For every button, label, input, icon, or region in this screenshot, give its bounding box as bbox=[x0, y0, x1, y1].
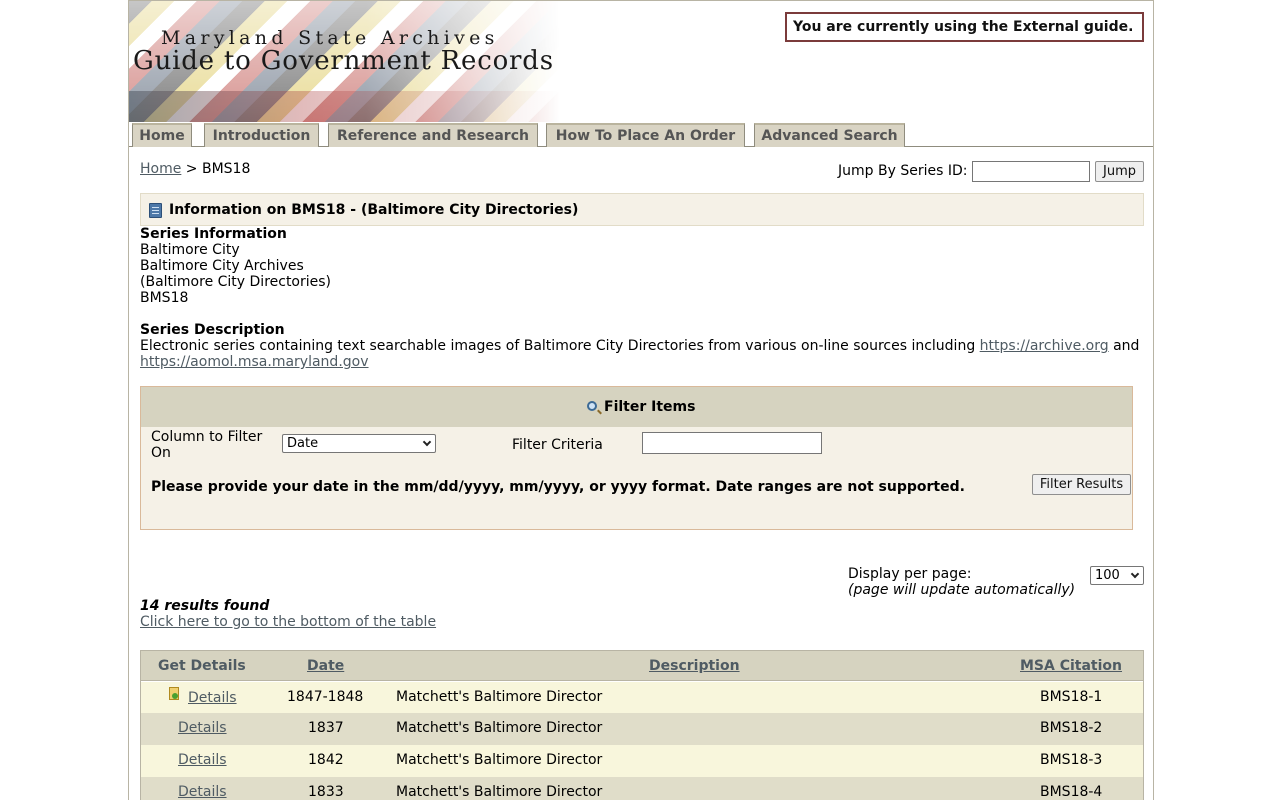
header-date-sort[interactable]: Date bbox=[307, 658, 344, 674]
main-nav: Home Introduction Reference and Research… bbox=[129, 122, 1153, 147]
book-icon bbox=[149, 203, 162, 218]
tab-introduction[interactable]: Introduction bbox=[204, 123, 319, 147]
row-citation: BMS18-4 bbox=[1040, 784, 1103, 800]
per-page-select[interactable]: 100 bbox=[1090, 566, 1144, 585]
filter-title: Filter Items bbox=[604, 399, 696, 415]
details-link[interactable]: Details bbox=[178, 784, 227, 800]
magnifier-icon bbox=[587, 401, 597, 411]
info-header: Information on BMS18 - (Baltimore City D… bbox=[140, 193, 1144, 226]
row-citation: BMS18-1 bbox=[1040, 689, 1103, 705]
aomol-link[interactable]: https://aomol.msa.maryland.gov bbox=[140, 354, 369, 370]
jump-label: Jump By Series ID: bbox=[838, 163, 968, 179]
series-description-text: Electronic series containing text search… bbox=[140, 338, 1144, 370]
series-info-line: Baltimore City bbox=[140, 242, 240, 258]
breadcrumb-separator: > bbox=[185, 161, 198, 177]
series-description-heading: Series Description bbox=[140, 322, 285, 338]
per-page-note: (page will update automatically) bbox=[848, 582, 1076, 598]
table-row: Details 1837 Matchett's Baltimore Direct… bbox=[141, 713, 1143, 745]
tab-reference-and-research[interactable]: Reference and Research bbox=[328, 123, 538, 147]
jump-series-input[interactable] bbox=[972, 161, 1090, 182]
filter-criteria-input[interactable] bbox=[642, 432, 822, 454]
results-table: Get Details Date Description MSA Citatio… bbox=[140, 650, 1144, 800]
row-citation: BMS18-3 bbox=[1040, 752, 1103, 768]
display-per-page-label: Display per page: (page will update auto… bbox=[848, 566, 1075, 598]
filter-panel: Filter Items Column to Filter On Date Fi… bbox=[140, 386, 1133, 530]
row-date: 1842 bbox=[308, 752, 344, 768]
jump-button[interactable]: Jump bbox=[1095, 161, 1144, 182]
page-container: Maryland State Archives Guide to Governm… bbox=[128, 0, 1154, 800]
header-description-sort[interactable]: Description bbox=[649, 658, 740, 674]
table-header: Get Details Date Description MSA Citatio… bbox=[141, 651, 1143, 681]
row-description: Matchett's Baltimore Director bbox=[396, 689, 603, 705]
go-to-bottom-link[interactable]: Click here to go to the bottom of the ta… bbox=[140, 614, 436, 630]
results-count: 14 results found bbox=[140, 598, 270, 614]
row-date: 1847-1848 bbox=[287, 689, 364, 705]
table-row: Details 1847-1848 Matchett's Baltimore D… bbox=[141, 682, 1143, 714]
breadcrumb-home-link[interactable]: Home bbox=[140, 161, 181, 177]
table-row: Details 1842 Matchett's Baltimore Direct… bbox=[141, 745, 1143, 777]
breadcrumb: Home > BMS18 bbox=[140, 161, 250, 177]
series-info-line: Baltimore City Archives bbox=[140, 258, 304, 274]
column-filter-select[interactable]: Date bbox=[282, 434, 436, 453]
details-link[interactable]: Details bbox=[178, 720, 227, 736]
per-page-value: 100 bbox=[1095, 568, 1120, 583]
filter-results-button[interactable]: Filter Results bbox=[1032, 474, 1131, 495]
chevron-down-icon bbox=[422, 437, 432, 447]
per-page-text: Display per page: bbox=[848, 566, 972, 582]
guide-notice: You are currently using the External gui… bbox=[785, 12, 1144, 42]
row-description: Matchett's Baltimore Director bbox=[396, 784, 603, 800]
row-date: 1837 bbox=[308, 720, 344, 736]
row-citation: BMS18-2 bbox=[1040, 720, 1103, 736]
filter-header: Filter Items bbox=[141, 387, 1132, 427]
row-date: 1833 bbox=[308, 784, 344, 800]
filter-criteria-label: Filter Criteria bbox=[512, 437, 603, 453]
archive-org-link[interactable]: https://archive.org bbox=[980, 338, 1109, 354]
details-link[interactable]: Details bbox=[178, 752, 227, 768]
tab-how-to-place-an-order[interactable]: How To Place An Order bbox=[546, 123, 745, 147]
series-info-line: (Baltimore City Directories) bbox=[140, 274, 332, 290]
date-format-hint: Please provide your date in the mm/dd/yy… bbox=[151, 479, 965, 495]
document-icon bbox=[169, 687, 179, 700]
series-info-heading: Series Information bbox=[140, 226, 287, 242]
tab-home[interactable]: Home bbox=[132, 123, 192, 147]
site-header: Maryland State Archives Guide to Governm… bbox=[129, 0, 1153, 122]
info-title: Information on BMS18 - (Baltimore City D… bbox=[169, 202, 579, 218]
row-description: Matchett's Baltimore Director bbox=[396, 752, 603, 768]
details-link[interactable]: Details bbox=[188, 690, 237, 706]
header-msa-citation-sort[interactable]: MSA Citation bbox=[1020, 658, 1122, 674]
chevron-down-icon bbox=[1130, 569, 1140, 579]
table-row: Details 1833 Matchett's Baltimore Direct… bbox=[141, 777, 1143, 800]
row-description: Matchett's Baltimore Director bbox=[396, 720, 603, 736]
flag-banner-shade bbox=[129, 91, 559, 122]
series-description-and: and bbox=[1113, 338, 1140, 354]
series-info-line: BMS18 bbox=[140, 290, 189, 306]
breadcrumb-current: BMS18 bbox=[201, 161, 251, 177]
header-get-details: Get Details bbox=[158, 658, 246, 674]
tab-advanced-search[interactable]: Advanced Search bbox=[754, 123, 905, 147]
column-filter-value: Date bbox=[287, 436, 319, 451]
column-to-filter-label: Column to Filter On bbox=[151, 429, 263, 461]
series-description-body: Electronic series containing text search… bbox=[140, 338, 976, 354]
site-title: Guide to Government Records bbox=[133, 46, 554, 76]
